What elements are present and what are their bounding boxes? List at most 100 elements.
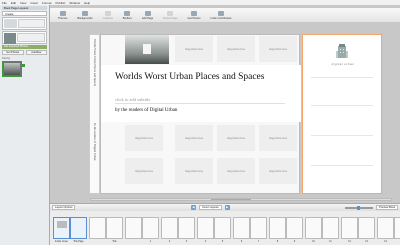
photo-placeholder[interactable]: drag photos here: [125, 158, 163, 184]
add-page-label: Add Page: [141, 16, 154, 20]
autoflow-button[interactable]: Autoflow: [25, 50, 47, 55]
cover-photo[interactable]: [125, 35, 169, 64]
get-photos-button[interactable]: Get Photos: [186, 10, 203, 20]
spread-thumbnail[interactable]: 14 15: [377, 217, 400, 243]
photo-image: [4, 63, 20, 75]
used-check-icon: [22, 64, 25, 67]
imported-photos-bar[interactable]: Get Imported Photos: [2, 45, 47, 49]
scrollbar-thumb[interactable]: [211, 199, 251, 200]
page-thumbnail[interactable]: 9: [286, 217, 303, 243]
page-thumbnail[interactable]: [89, 217, 106, 239]
page-thumbnail[interactable]: 11: [322, 217, 339, 243]
captions-button[interactable]: Captions: [101, 10, 115, 20]
backgrounds-button[interactable]: Backgrounds: [75, 10, 94, 20]
photo-placeholder[interactable]: drag photos here: [259, 36, 297, 62]
delete-page-button[interactable]: Delete Page: [161, 10, 179, 20]
page-thumbnail[interactable]: 4: [197, 217, 214, 243]
left-panel: Book Page Layouts Create Get Imported Ph…: [0, 5, 50, 200]
page-thumbnail[interactable]: 8: [269, 217, 286, 243]
menu-insert[interactable]: Insert: [30, 1, 38, 5]
page-label: 4: [204, 241, 207, 243]
page-thumbnail[interactable]: 1: [142, 217, 159, 243]
layout-options-button[interactable]: Layout Options: [52, 205, 76, 210]
menu-file[interactable]: File: [2, 1, 7, 5]
menu-help[interactable]: Help: [84, 1, 90, 5]
cover-layouts-dropdown[interactable]: Cover Layouts: [198, 205, 222, 210]
photo-placeholder[interactable]: drag photos here: [259, 125, 297, 151]
previous-page-button[interactable]: ◀: [190, 205, 196, 210]
captions-icon: [104, 10, 111, 16]
page-label: 12: [348, 241, 351, 243]
layout-thumbnail[interactable]: [2, 31, 47, 44]
borders-button[interactable]: Borders: [121, 10, 134, 20]
preview-book-button[interactable]: Preview Book: [376, 205, 399, 210]
photo-placeholder[interactable]: drag photos here: [259, 158, 297, 184]
page-label: 8: [276, 241, 279, 243]
horizontal-scrollbar[interactable]: [90, 198, 392, 201]
page-thumbnail[interactable]: 12: [341, 217, 358, 243]
page-label: 1: [149, 241, 152, 243]
menu-publish[interactable]: Publish: [56, 1, 66, 5]
spread-thumbnail[interactable]: 4 5: [197, 217, 231, 243]
photo-placeholder[interactable]: drag photos here: [175, 158, 213, 184]
spread-thumbnail[interactable]: 1: [125, 217, 159, 243]
page-thumbnail[interactable]: 10: [305, 217, 322, 243]
photo-placeholder[interactable]: drag photos here: [217, 158, 255, 184]
page-thumbnail[interactable]: 5: [214, 217, 231, 243]
create-dropdown[interactable]: Create: [2, 11, 47, 16]
page-thumbnail[interactable]: 13: [358, 217, 375, 243]
book-spine[interactable]: Worlds Worst Urban Places and Spaces by …: [89, 34, 100, 194]
layout-right-page: [17, 19, 45, 28]
page-thumbnail[interactable]: 2: [161, 217, 178, 243]
page-thumbnail[interactable]: Title: [106, 217, 123, 243]
menu-format[interactable]: Format: [42, 1, 52, 5]
invite-contributors-button[interactable]: Invite Contributors: [209, 10, 234, 20]
page-thumbnail[interactable]: [125, 217, 142, 239]
page-thumbnail[interactable]: 3: [178, 217, 195, 243]
toolbar: Themes Backgrounds Captions Borders Add …: [50, 8, 400, 22]
photo-placeholder[interactable]: drag photos here: [125, 125, 163, 151]
spread-thumbnail[interactable]: 6 7: [233, 217, 267, 243]
page-label: 11: [329, 241, 332, 243]
menu-edit[interactable]: Edit: [11, 1, 16, 5]
backgrounds-label: Backgrounds: [77, 16, 93, 20]
book-title[interactable]: Worlds Worst Urban Places and Spaces: [115, 72, 264, 82]
get-photos-panel-button[interactable]: Get Photos: [2, 50, 24, 55]
next-page-button[interactable]: ▶: [224, 205, 230, 210]
spread-thumbnail[interactable]: 2 3: [161, 217, 195, 243]
spread-thumbnail[interactable]: 10 11: [305, 217, 339, 243]
page-thumbnail[interactable]: 7: [250, 217, 267, 243]
title-band: Worlds Worst Urban Places and Spaces cli…: [101, 65, 301, 122]
spread-thumbnail[interactable]: 8 9: [269, 217, 303, 243]
spine-title: Worlds Worst Urban Places and Spaces: [93, 39, 97, 87]
page-thumbnail[interactable]: 14: [377, 217, 394, 243]
page-thumbnail[interactable]: Inside Cover: [53, 217, 70, 243]
photo-placeholder[interactable]: drag photos here: [217, 36, 255, 62]
text-line: [311, 77, 373, 78]
photo-placeholder[interactable]: drag photos here: [175, 125, 213, 151]
book-byline[interactable]: by the readers of Digital Urban: [115, 108, 177, 113]
add-page-button[interactable]: Add Page: [140, 10, 155, 20]
page-thumbnail[interactable]: 6: [233, 217, 250, 243]
spread-thumbnail[interactable]: 12 13: [341, 217, 375, 243]
invite-contributors-label: Invite Contributors: [210, 16, 232, 20]
photo-placeholder[interactable]: drag photos here: [217, 125, 255, 151]
page-thumbnail[interactable]: Title Page: [70, 217, 87, 243]
page-label: 10: [312, 241, 315, 243]
menu-window[interactable]: Window: [69, 1, 80, 5]
borders-icon: [124, 10, 131, 16]
layout-thumbnail[interactable]: [2, 17, 47, 30]
photo-placeholder[interactable]: drag photos here: [175, 36, 213, 62]
spread-thumbnail[interactable]: Inside Cover Title Page: [53, 217, 87, 243]
left-panel-footer: [0, 200, 50, 245]
photo-thumbnail[interactable]: [2, 61, 25, 77]
spread-thumbnail[interactable]: Title: [89, 217, 123, 243]
back-cover-page[interactable]: digital urban: [302, 34, 382, 194]
menu-view[interactable]: View: [20, 1, 26, 5]
page-thumbnail[interactable]: 15: [394, 217, 400, 239]
front-cover-page[interactable]: drag photos here drag photos here drag p…: [100, 34, 301, 194]
zoom-slider-knob[interactable]: [357, 205, 361, 210]
themes-button[interactable]: Themes: [56, 10, 69, 20]
subtitle-field[interactable]: click to add subtitle: [115, 97, 285, 104]
zoom-slider[interactable]: [345, 205, 374, 210]
